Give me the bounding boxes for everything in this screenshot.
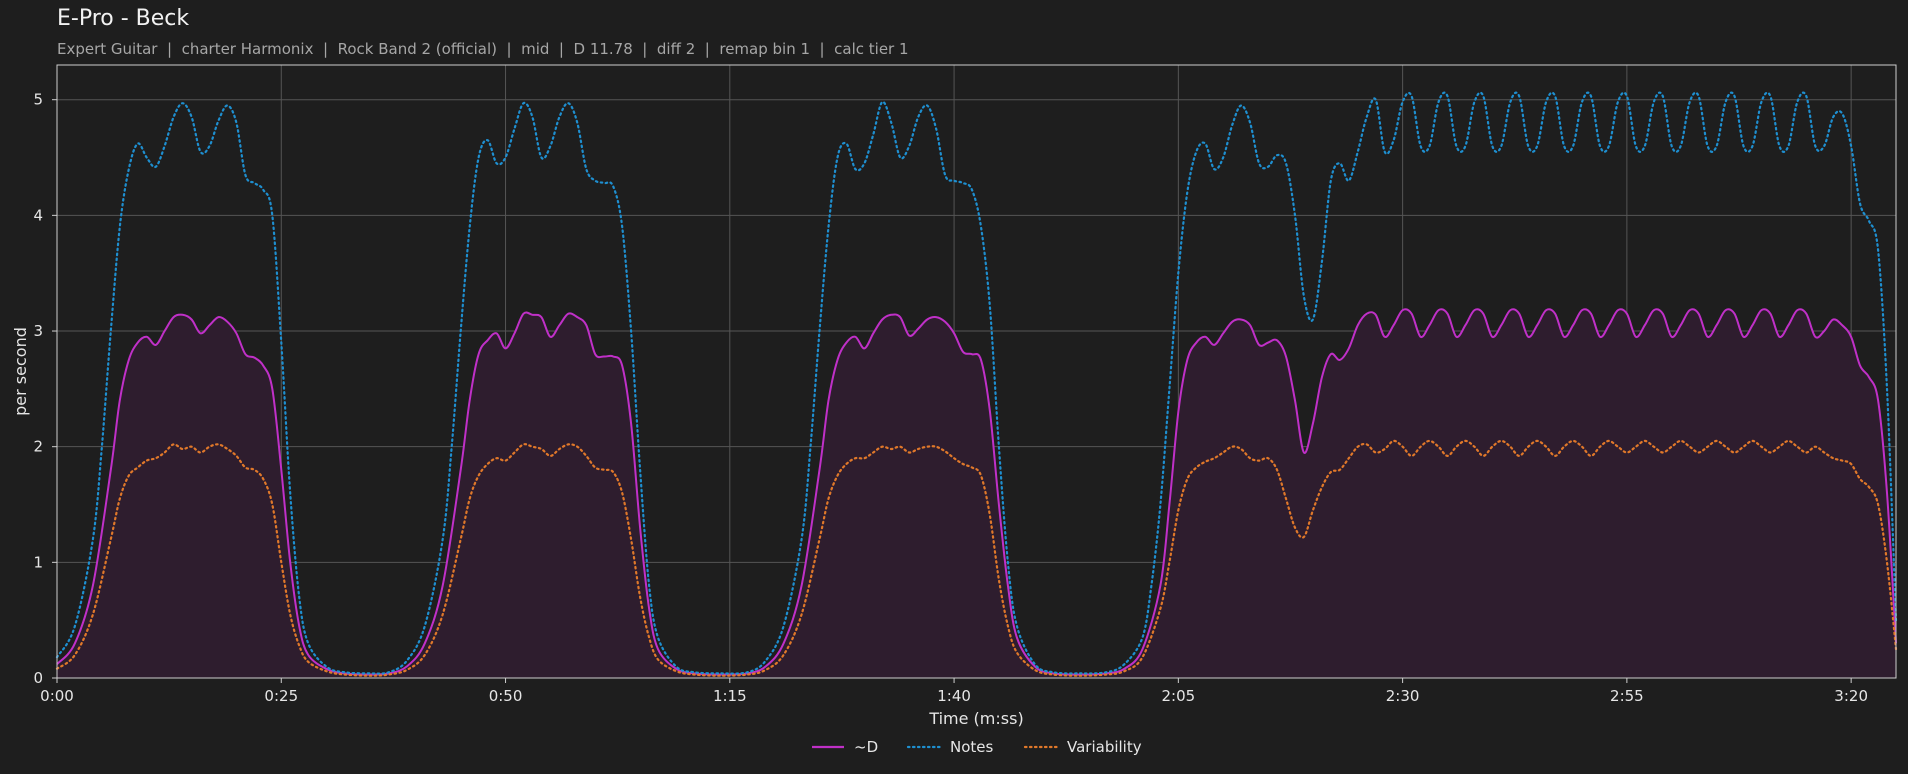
- y-tick-label: 2: [33, 438, 43, 456]
- x-tick-label: 2:05: [1161, 687, 1195, 705]
- area-fill: [57, 309, 1896, 678]
- y-tick-label: 3: [33, 322, 43, 340]
- x-tick-label: 1:40: [937, 687, 971, 705]
- x-axis-label: Time (m:ss): [928, 709, 1023, 728]
- x-tick-label: 2:30: [1386, 687, 1420, 705]
- y-tick-label: 0: [33, 669, 43, 687]
- y-axis-label: per second: [11, 327, 30, 416]
- x-tick-label: 0:00: [40, 687, 74, 705]
- legend-label: Notes: [950, 738, 994, 756]
- x-axis: 0:00 0:25 0:50 1:15 1:40 2:05 2:30 2:55 3:20: [40, 678, 1868, 705]
- x-tick-label: 1:15: [713, 687, 747, 705]
- x-tick-label: 2:55: [1610, 687, 1644, 705]
- legend: ~D Notes Variability: [812, 738, 1142, 756]
- legend-label: ~D: [854, 738, 878, 756]
- x-tick-label: 3:20: [1834, 687, 1868, 705]
- series-area-d: [57, 309, 1896, 678]
- y-tick-label: 4: [33, 206, 43, 224]
- y-tick-label: 5: [33, 91, 43, 109]
- x-tick-label: 0:25: [264, 687, 298, 705]
- chart-canvas: 0:00 0:25 0:50 1:15 1:40 2:05 2:30 2:55 3:20 0 1 2…: [11, 64, 1898, 756]
- legend-label: Variability: [1067, 738, 1142, 756]
- y-axis: 0 1 2 3 4 5: [33, 91, 57, 687]
- x-tick-label: 0:50: [489, 687, 523, 705]
- y-tick-label: 1: [33, 553, 43, 571]
